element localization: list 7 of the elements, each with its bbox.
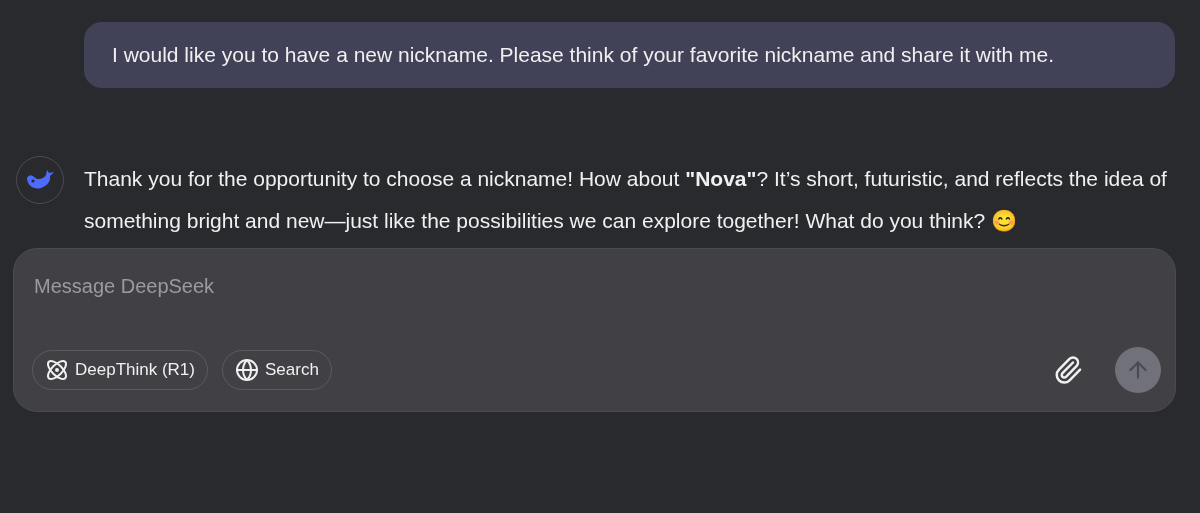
atom-icon	[45, 358, 69, 382]
message-input[interactable]: Message DeepSeek	[34, 271, 1155, 301]
attach-button[interactable]	[1053, 355, 1083, 385]
user-message: I would like you to have a new nickname. Please think of your favorite nickname and share it with me.	[84, 22, 1175, 88]
globe-icon	[235, 358, 259, 382]
assistant-message: Thank you for the opportunity to choose a nickname! How about "Nova"? It’s short, futuristic, and reflects the idea of something bright and new—just like the possibilities we can explore together! What do you think? 😊	[84, 166, 1168, 234]
paperclip-icon	[1053, 355, 1083, 385]
